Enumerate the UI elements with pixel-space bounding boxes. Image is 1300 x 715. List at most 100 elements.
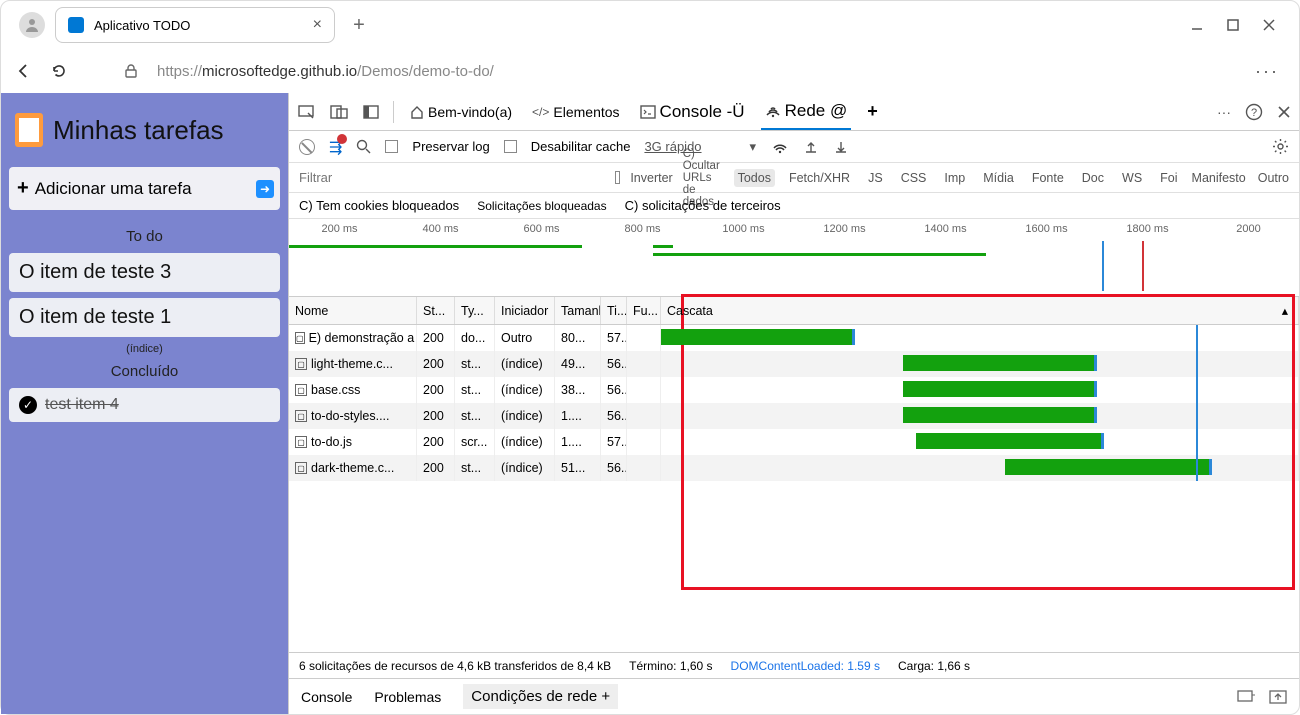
- drawer-icon-1[interactable]: [1237, 690, 1255, 704]
- tab-close-icon[interactable]: ×: [313, 16, 322, 34]
- filter-pill[interactable]: Doc: [1078, 169, 1108, 187]
- network-status-bar: 6 solicitações de recursos de 4,6 kB tra…: [289, 652, 1299, 678]
- table-row[interactable]: ▢dark-theme.c...200st...(índice)51...56.…: [289, 455, 1299, 481]
- close-window-icon[interactable]: [1263, 19, 1275, 31]
- back-button[interactable]: [13, 61, 33, 81]
- filter-pill[interactable]: Foi: [1156, 169, 1181, 187]
- section-index-label: (índice): [9, 343, 280, 355]
- download-icon[interactable]: [834, 140, 848, 154]
- profile-avatar-icon[interactable]: [19, 12, 45, 38]
- drawer-tab-netcond[interactable]: Condições de rede +: [463, 684, 618, 709]
- waterfall-cell: [661, 377, 1299, 403]
- filter-toggle-icon[interactable]: ⇶: [329, 137, 342, 157]
- col-status[interactable]: St...: [417, 297, 455, 324]
- maximize-icon[interactable]: [1227, 19, 1239, 31]
- drawer-icon-2[interactable]: [1269, 690, 1287, 704]
- status-dcl: DOMContentLoaded: 1.59 s: [731, 659, 880, 673]
- more-icon[interactable]: ···: [1217, 104, 1231, 120]
- browser-titlebar: Aplicativo TODO × +: [1, 1, 1299, 49]
- tab-network[interactable]: Rede @: [761, 93, 852, 130]
- dock-icon[interactable]: [361, 102, 381, 122]
- filter-pill[interactable]: JS: [864, 169, 887, 187]
- col-fu[interactable]: Fu...: [627, 297, 661, 324]
- thirdparty-label[interactable]: C) solicitações de terceiros: [625, 198, 781, 213]
- tab-favicon-icon: [68, 17, 84, 33]
- filter-pill[interactable]: Imp: [940, 169, 969, 187]
- waterfall-cell: [661, 455, 1299, 481]
- drawer-tab-console[interactable]: Console: [301, 689, 352, 705]
- table-row[interactable]: ▢to-do.js200scr...(índice)1....57...: [289, 429, 1299, 455]
- blocked-requests-label[interactable]: Solicitações bloqueadas: [477, 199, 606, 213]
- network-table: Nome St... Ty... Iniciador Tamanh... Ti.…: [289, 297, 1299, 652]
- chevron-down-icon[interactable]: ▾: [750, 139, 757, 155]
- disable-cache-label: Desabilitar cache: [531, 139, 631, 154]
- filter-pill[interactable]: Fetch/XHR: [785, 169, 854, 187]
- status-finish: Término: 1,60 s: [629, 659, 712, 673]
- stop-record-icon[interactable]: [299, 139, 315, 155]
- minimize-icon[interactable]: [1191, 19, 1203, 31]
- table-row[interactable]: ▢to-do-styles....200st...(índice)1....56…: [289, 403, 1299, 429]
- search-icon[interactable]: [356, 139, 371, 154]
- network-overview-timeline[interactable]: 200 ms 400 ms 600 ms 800 ms 1000 ms 1200…: [289, 219, 1299, 297]
- add-task-input[interactable]: + Adicionar uma tarefa ➜: [9, 167, 280, 210]
- url-text[interactable]: https://microsoftedge.github.io/Demos/de…: [157, 63, 494, 80]
- task-item-done[interactable]: ✓ test item 4: [9, 388, 280, 422]
- filter-other[interactable]: Outro: [1258, 171, 1289, 185]
- upload-icon[interactable]: [804, 140, 818, 154]
- preserve-log-checkbox[interactable]: [385, 140, 398, 153]
- waterfall-cell: [661, 403, 1299, 429]
- filter-manifest[interactable]: Manifesto: [1192, 171, 1246, 185]
- file-icon: ▢: [295, 358, 307, 370]
- filter-pill-todos[interactable]: Todos: [734, 169, 775, 187]
- col-waterfall[interactable]: Cascata▴: [661, 297, 1299, 324]
- preserve-log-label: Preservar log: [412, 139, 489, 154]
- browser-tab[interactable]: Aplicativo TODO ×: [55, 7, 335, 43]
- file-icon: ▢: [295, 410, 307, 422]
- new-tab-button[interactable]: +: [343, 14, 375, 37]
- col-name[interactable]: Nome: [289, 297, 417, 324]
- wifi-icon[interactable]: [772, 140, 788, 154]
- filter-pill[interactable]: CSS: [897, 169, 931, 187]
- help-icon[interactable]: ?: [1245, 103, 1263, 121]
- filter-input[interactable]: [299, 170, 475, 185]
- tab-elements[interactable]: </>Elementos: [528, 93, 624, 130]
- col-time[interactable]: Ti...: [601, 297, 627, 324]
- col-initiator[interactable]: Iniciador: [495, 297, 555, 324]
- add-task-label: Adicionar uma tarefa: [35, 179, 192, 199]
- submit-arrow-icon[interactable]: ➜: [256, 180, 274, 198]
- network-filter-row: Inverter C) Ocultar URLs de dados Todos …: [289, 163, 1299, 193]
- task-item[interactable]: O item de teste 1: [9, 298, 280, 337]
- tab-title: Aplicativo TODO: [94, 18, 303, 33]
- drawer-tab-problems[interactable]: Problemas: [374, 689, 441, 705]
- tab-welcome[interactable]: Bem-vindo(a): [406, 93, 516, 130]
- devtools-panel: Bem-vindo(a) </>Elementos Console -Ü Red…: [288, 93, 1299, 714]
- table-row[interactable]: ▢base.css200st...(índice)38...56...: [289, 377, 1299, 403]
- tab-console[interactable]: Console -Ü: [636, 93, 749, 130]
- task-item[interactable]: O item de teste 3: [9, 253, 280, 292]
- status-summary: 6 solicitações de recursos de 4,6 kB tra…: [299, 659, 611, 673]
- filter-pill[interactable]: Fonte: [1028, 169, 1068, 187]
- inspect-icon[interactable]: [297, 102, 317, 122]
- address-bar: https://microsoftedge.github.io/Demos/de…: [1, 49, 1299, 93]
- site-lock-icon[interactable]: [121, 61, 141, 81]
- app-title: Minhas tarefas: [53, 115, 224, 146]
- tab-add[interactable]: +: [863, 93, 882, 130]
- window-controls: [1191, 19, 1291, 31]
- section-todo-label: To do: [9, 228, 280, 245]
- waterfall-cell: [661, 351, 1299, 377]
- device-icon[interactable]: [329, 102, 349, 122]
- disable-cache-checkbox[interactable]: [504, 140, 517, 153]
- waterfall-cell: [661, 429, 1299, 455]
- blocked-cookies-label[interactable]: C) Tem cookies bloqueados: [299, 198, 459, 213]
- refresh-button[interactable]: [49, 61, 69, 81]
- invert-checkbox[interactable]: [615, 171, 620, 184]
- col-type[interactable]: Ty...: [455, 297, 495, 324]
- col-size[interactable]: Tamanh...: [555, 297, 601, 324]
- gear-icon[interactable]: [1272, 138, 1289, 155]
- table-row[interactable]: ▢E) demonstração a fazer/200do...Outro80…: [289, 325, 1299, 351]
- filter-pill[interactable]: WS: [1118, 169, 1146, 187]
- close-devtools-icon[interactable]: [1277, 105, 1291, 119]
- table-row[interactable]: ▢light-theme.c...200st...(índice)49...56…: [289, 351, 1299, 377]
- browser-menu-icon[interactable]: ···: [1255, 61, 1287, 82]
- filter-pill[interactable]: Mídia: [979, 169, 1018, 187]
